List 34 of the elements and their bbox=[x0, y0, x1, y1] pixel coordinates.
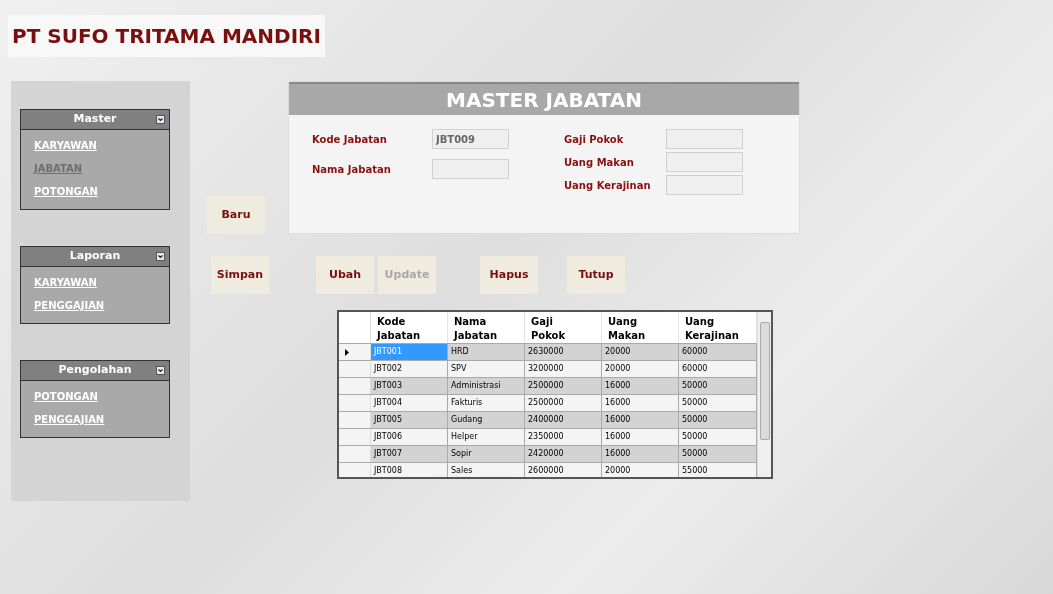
chevron-down-icon[interactable] bbox=[156, 252, 165, 261]
input-field[interactable] bbox=[666, 152, 743, 172]
group-title: Pengolahan bbox=[58, 362, 132, 379]
group-header[interactable]: Laporan bbox=[21, 247, 169, 267]
group-title: Master bbox=[73, 111, 117, 128]
chevron-down-icon[interactable] bbox=[156, 115, 165, 124]
input-field[interactable]: JBT009 bbox=[432, 129, 509, 149]
row-header[interactable] bbox=[339, 344, 371, 360]
group-header[interactable]: Master bbox=[21, 110, 169, 130]
input-field[interactable] bbox=[432, 159, 509, 179]
field-label: Nama Jabatan bbox=[312, 162, 392, 177]
group-header[interactable]: Pengolahan bbox=[21, 361, 169, 381]
app-title: PT SUFO TRITAMA MANDIRI bbox=[12, 24, 321, 48]
group-title: Laporan bbox=[69, 248, 121, 265]
action-button[interactable]: Hapus bbox=[480, 256, 538, 294]
form-title: MASTER JABATAN bbox=[446, 86, 642, 114]
field-label: Gaji Pokok bbox=[564, 132, 625, 147]
input-field[interactable] bbox=[666, 175, 743, 195]
action-button[interactable]: Ubah bbox=[316, 256, 374, 294]
table-cell: 20000 bbox=[602, 463, 679, 477]
action-button[interactable]: Baru bbox=[207, 196, 265, 234]
scrollbar[interactable] bbox=[757, 312, 771, 477]
table-cell: JBT008 bbox=[371, 463, 448, 477]
action-button[interactable]: Simpan bbox=[211, 256, 269, 294]
action-button[interactable]: Tutup bbox=[567, 256, 625, 294]
field-label: Kode Jabatan bbox=[312, 132, 388, 147]
table-cell: 2600000 bbox=[525, 463, 602, 477]
table-cell: JBT001 bbox=[371, 344, 448, 360]
current-row-icon bbox=[345, 348, 349, 356]
field-label: Uang Makan bbox=[564, 155, 635, 170]
field-label: Uang Kerajinan bbox=[564, 178, 652, 193]
table-cell: Sales bbox=[448, 463, 525, 477]
input-field[interactable] bbox=[666, 129, 743, 149]
chevron-down-icon[interactable] bbox=[156, 366, 165, 375]
